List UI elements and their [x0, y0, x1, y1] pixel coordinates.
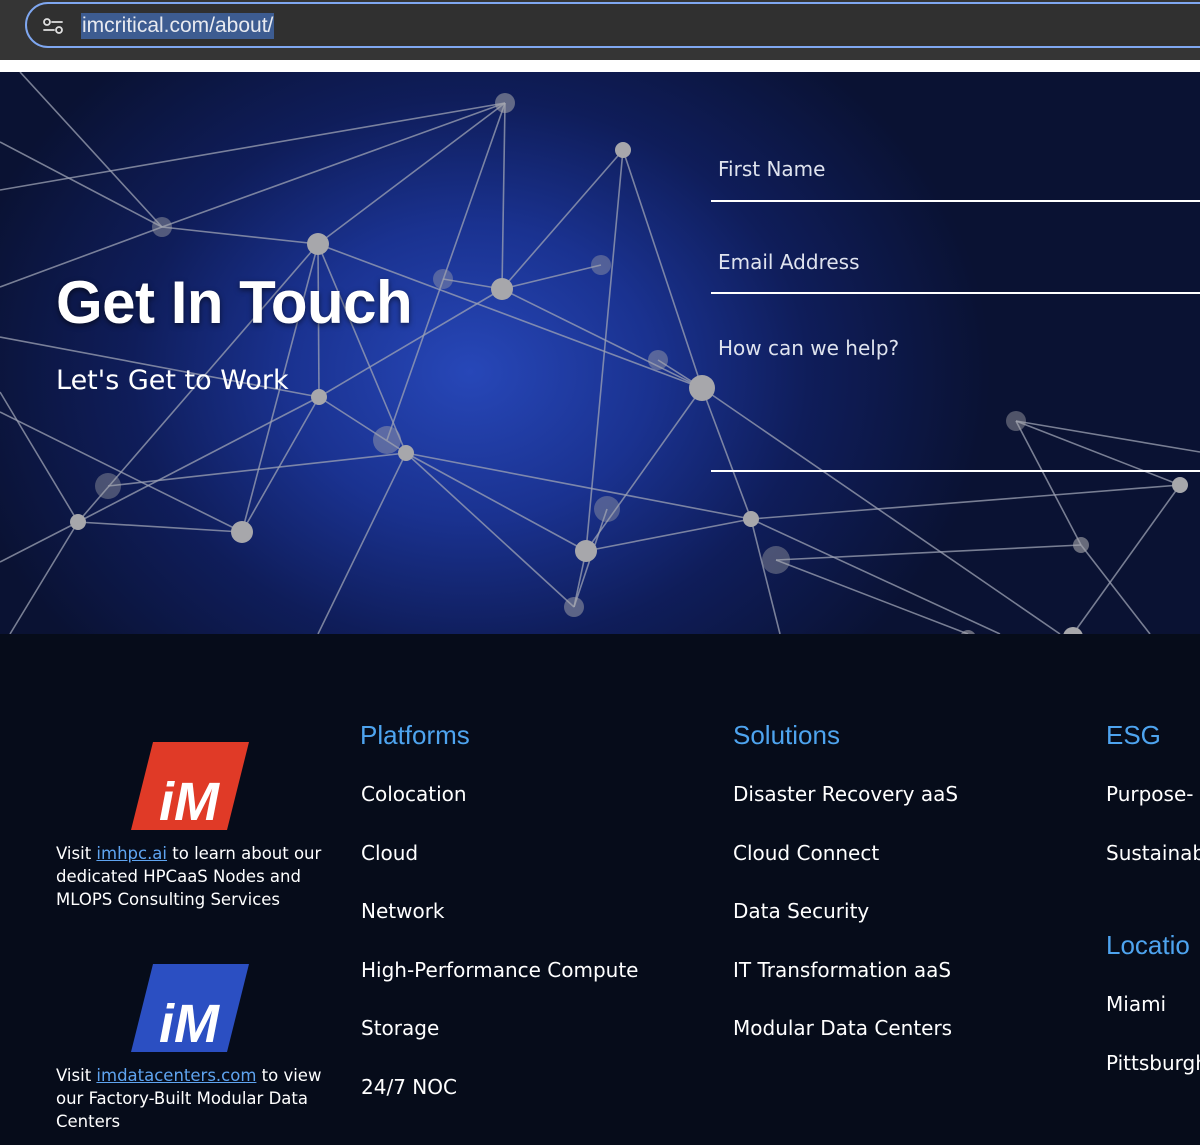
platforms-item-cloud[interactable]: Cloud — [361, 841, 638, 900]
esg-heading: ESG — [1106, 720, 1161, 750]
contact-hero: Get In Touch Let's Get to Work — [0, 72, 1200, 634]
platforms-item-storage[interactable]: Storage — [361, 1016, 638, 1075]
esg-item-sustainability[interactable]: Sustainab — [1106, 841, 1200, 900]
platforms-heading: Platforms — [360, 720, 470, 750]
datacenters-promo-text: Visit imdatacenters.com to view our Fact… — [56, 1066, 322, 1131]
message-field[interactable] — [711, 322, 1200, 472]
email-input[interactable] — [711, 232, 1200, 292]
solutions-item-data-security[interactable]: Data Security — [733, 899, 958, 958]
hpc-promo-text: Visit imhpc.ai to learn about our dedica… — [56, 844, 322, 909]
svg-text:iM: iM — [159, 994, 220, 1052]
locations-item-pittsburgh[interactable]: Pittsburgh — [1106, 1051, 1200, 1110]
platforms-item-network[interactable]: Network — [361, 899, 638, 958]
tune-icon[interactable] — [42, 16, 64, 36]
imdatacenters-link[interactable]: imdatacenters.com — [96, 1066, 256, 1085]
im-logo-red[interactable]: iM — [131, 742, 251, 830]
platforms-item-noc[interactable]: 24/7 NOC — [361, 1075, 638, 1134]
solutions-item-disaster-recovery[interactable]: Disaster Recovery aaS — [733, 782, 958, 841]
platforms-item-hpc[interactable]: High-Performance Compute — [361, 958, 638, 1017]
solutions-list: Disaster Recovery aaS Cloud Connect Data… — [733, 782, 958, 1075]
address-bar[interactable]: imcritical.com/about/ — [25, 2, 1200, 48]
message-textarea[interactable] — [711, 322, 1200, 470]
solutions-item-modular-data-centers[interactable]: Modular Data Centers — [733, 1016, 958, 1075]
svg-text:iM: iM — [159, 772, 220, 830]
page-title: Get In Touch — [56, 269, 413, 336]
toolbar-divider — [0, 60, 1200, 72]
locations-heading: Locatio — [1106, 930, 1190, 960]
first-name-input[interactable] — [711, 138, 1200, 200]
first-name-field[interactable] — [711, 138, 1200, 202]
platforms-list: Colocation Cloud Network High-Performanc… — [361, 782, 638, 1133]
locations-item-miami[interactable]: Miami — [1106, 992, 1200, 1051]
page-subtitle: Let's Get to Work — [56, 365, 289, 396]
url-text[interactable]: imcritical.com/about/ — [81, 13, 275, 39]
site-footer: iM Visit imhpc.ai to learn about our ded… — [0, 634, 1200, 1145]
imhpc-link[interactable]: imhpc.ai — [96, 844, 167, 863]
locations-list: Miami Pittsburgh — [1106, 992, 1200, 1109]
browser-toolbar: imcritical.com/about/ — [0, 0, 1200, 60]
platforms-item-colocation[interactable]: Colocation — [361, 782, 638, 841]
esg-list: Purpose- Sustainab — [1106, 782, 1200, 899]
solutions-heading: Solutions — [733, 720, 840, 750]
esg-item-purpose[interactable]: Purpose- — [1106, 782, 1200, 841]
email-field[interactable] — [711, 232, 1200, 294]
solutions-item-cloud-connect[interactable]: Cloud Connect — [733, 841, 958, 900]
im-logo-blue[interactable]: iM — [131, 964, 251, 1052]
solutions-item-it-transformation[interactable]: IT Transformation aaS — [733, 958, 958, 1017]
